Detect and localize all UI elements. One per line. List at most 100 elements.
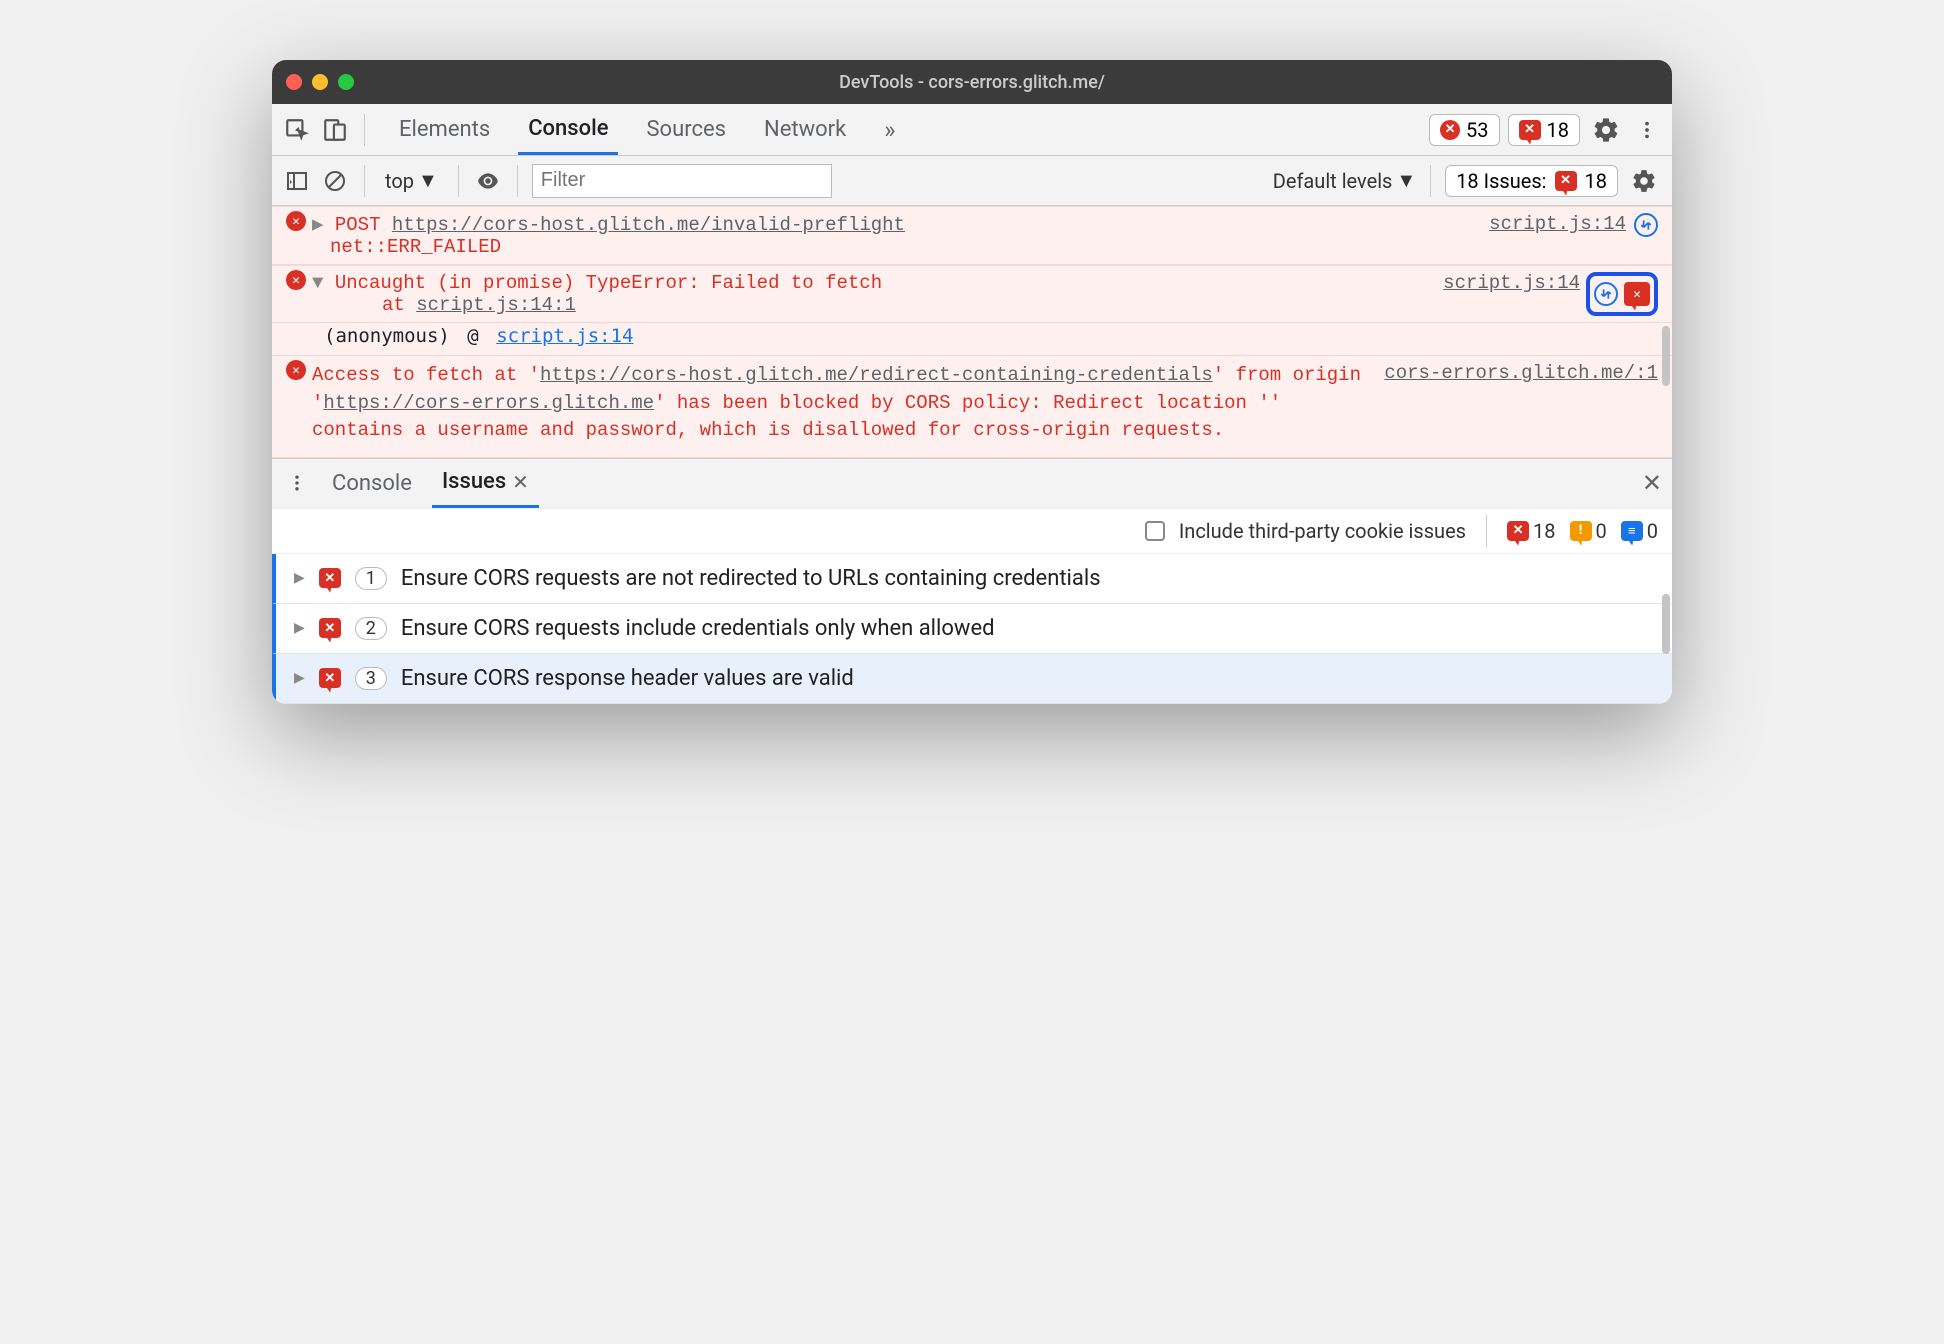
drawer-tabs: Console Issues ✕ ✕ <box>272 458 1672 508</box>
network-icon[interactable] <box>1594 282 1618 306</box>
issue-title: Ensure CORS response header values are v… <box>401 666 854 691</box>
console-settings-icon[interactable] <box>1626 166 1662 196</box>
close-window-button[interactable] <box>286 74 302 90</box>
cors-text-pre: Access to fetch at ' <box>312 364 540 386</box>
highlighted-annotation: ✕ <box>1586 272 1658 316</box>
issue-title: Ensure CORS requests are not redirected … <box>401 566 1101 591</box>
issues-info-count[interactable]: ≡ 0 <box>1621 519 1658 543</box>
live-expression-icon[interactable] <box>473 166 503 196</box>
issue-error-icon: ✕ <box>1519 120 1541 140</box>
tab-sources[interactable]: Sources <box>636 104 736 155</box>
console-error-row[interactable]: ✕ Access to fetch at 'https://cors-host.… <box>272 355 1672 458</box>
traffic-lights <box>286 74 354 90</box>
issue-count: 18 <box>1547 118 1569 142</box>
console-toolbar: top ▼ Default levels ▼ 18 Issues: ✕ 18 <box>272 156 1672 206</box>
divider <box>364 165 365 197</box>
source-link[interactable]: script.js:14 <box>1433 272 1580 316</box>
close-tab-icon[interactable]: ✕ <box>512 470 529 494</box>
scrollbar-thumb[interactable] <box>1662 594 1670 654</box>
issues-label: 18 Issues: <box>1456 169 1546 193</box>
error-icon: ✕ <box>286 211 306 231</box>
count-value: 0 <box>1596 519 1607 543</box>
request-method: POST <box>335 214 381 236</box>
console-error-row[interactable]: ✕ ▼ Uncaught (in promise) TypeError: Fai… <box>272 265 1672 323</box>
issue-row[interactable]: ▶ ✕ 1 Ensure CORS requests are not redir… <box>272 554 1672 604</box>
cors-url2[interactable]: https://cors-errors.glitch.me <box>323 392 654 414</box>
tab-network[interactable]: Network <box>754 104 856 155</box>
error-icon: ✕ <box>1440 120 1460 140</box>
issue-count-pill[interactable]: ✕ 18 <box>1508 114 1580 146</box>
count-value: 0 <box>1647 519 1658 543</box>
levels-label: Default levels <box>1273 169 1393 193</box>
error-icon: ✕ <box>286 270 306 290</box>
source-link[interactable]: cors-errors.glitch.me/:1 <box>1374 362 1658 384</box>
issues-filter-bar: Include third-party cookie issues ✕ 18 !… <box>272 508 1672 554</box>
issue-error-icon: ✕ <box>319 618 341 638</box>
disclosure-triangle[interactable]: ▶ <box>294 620 305 636</box>
stack-frame: (anonymous) @ script.js:14 <box>272 323 1672 355</box>
issue-count-badge: 2 <box>355 617 387 640</box>
issues-warning-count[interactable]: ! 0 <box>1570 519 1607 543</box>
divider <box>1486 515 1487 547</box>
issue-error-icon: ✕ <box>319 668 341 688</box>
log-levels-select[interactable]: Default levels ▼ <box>1273 168 1416 193</box>
stack-location-link[interactable]: script.js:14:1 <box>416 294 576 316</box>
drawer-tab-issues[interactable]: Issues ✕ <box>432 459 539 508</box>
drawer-tab-console[interactable]: Console <box>322 459 422 508</box>
divider <box>1430 165 1431 197</box>
issue-warning-icon: ! <box>1570 521 1592 541</box>
third-party-checkbox[interactable] <box>1145 521 1165 541</box>
issue-count-badge: 1 <box>355 567 387 590</box>
source-link[interactable]: script.js:14 <box>1479 213 1626 258</box>
disclosure-triangle[interactable]: ▼ <box>312 272 323 294</box>
issue-row[interactable]: ▶ ✕ 2 Ensure CORS requests include crede… <box>272 604 1672 654</box>
clear-console-icon[interactable] <box>320 166 350 196</box>
tab-elements[interactable]: Elements <box>389 104 500 155</box>
issues-error-count[interactable]: ✕ 18 <box>1507 519 1555 543</box>
close-drawer-icon[interactable]: ✕ <box>1642 469 1662 497</box>
issue-error-icon[interactable]: ✕ <box>1624 282 1650 306</box>
scrollbar-thumb[interactable] <box>1662 326 1670 386</box>
console-log-list: ✕ ▶ POST https://cors-host.glitch.me/inv… <box>272 206 1672 458</box>
titlebar: DevTools - cors-errors.glitch.me/ <box>272 60 1672 104</box>
issue-info-icon: ≡ <box>1621 521 1643 541</box>
anonymous-label: (anonymous) <box>324 325 450 347</box>
issue-error-icon: ✕ <box>1507 521 1529 541</box>
device-toggle-icon[interactable] <box>320 115 350 145</box>
cors-url1[interactable]: https://cors-host.glitch.me/redirect-con… <box>540 364 1213 386</box>
inspect-element-icon[interactable] <box>282 115 312 145</box>
disclosure-triangle[interactable]: ▶ <box>312 214 323 236</box>
disclosure-triangle[interactable]: ▶ <box>294 570 305 586</box>
error-code: net::ERR_FAILED <box>312 236 501 258</box>
issue-title: Ensure CORS requests include credentials… <box>401 616 995 641</box>
count-value: 18 <box>1533 519 1555 543</box>
at-symbol: @ <box>467 325 478 347</box>
panel-tabs: Elements Console Sources Network » <box>389 104 906 155</box>
issue-row[interactable]: ▶ ✕ 3 Ensure CORS response header values… <box>272 654 1672 704</box>
drawer-kebab-icon[interactable] <box>282 468 312 498</box>
settings-icon[interactable] <box>1588 115 1624 145</box>
divider <box>517 165 518 197</box>
request-url[interactable]: https://cors-host.glitch.me/invalid-pref… <box>392 214 905 236</box>
maximize-window-button[interactable] <box>338 74 354 90</box>
window-title: DevTools - cors-errors.glitch.me/ <box>839 72 1105 93</box>
error-message: Uncaught (in promise) TypeError: Failed … <box>335 272 882 294</box>
issues-list: ▶ ✕ 1 Ensure CORS requests are not redir… <box>272 554 1672 704</box>
network-icon[interactable] <box>1634 213 1658 237</box>
kebab-menu-icon[interactable] <box>1632 115 1662 145</box>
disclosure-triangle[interactable]: ▶ <box>294 670 305 686</box>
more-tabs-button[interactable]: » <box>874 104 905 155</box>
error-count-pill[interactable]: ✕ 53 <box>1429 114 1499 146</box>
execution-context-select[interactable]: top ▼ <box>379 166 444 195</box>
devtools-window: DevTools - cors-errors.glitch.me/ Elemen… <box>272 60 1672 704</box>
anonymous-location-link[interactable]: script.js:14 <box>496 325 633 347</box>
console-issues-pill[interactable]: 18 Issues: ✕ 18 <box>1445 165 1618 197</box>
minimize-window-button[interactable] <box>312 74 328 90</box>
console-error-row[interactable]: ✕ ▶ POST https://cors-host.glitch.me/inv… <box>272 206 1672 265</box>
console-filter-input[interactable] <box>532 164 832 198</box>
issue-error-icon: ✕ <box>1555 171 1577 191</box>
tab-console[interactable]: Console <box>518 104 618 155</box>
drawer-tab-issues-label: Issues <box>442 469 506 494</box>
divider <box>458 165 459 197</box>
console-sidebar-toggle-icon[interactable] <box>282 166 312 196</box>
